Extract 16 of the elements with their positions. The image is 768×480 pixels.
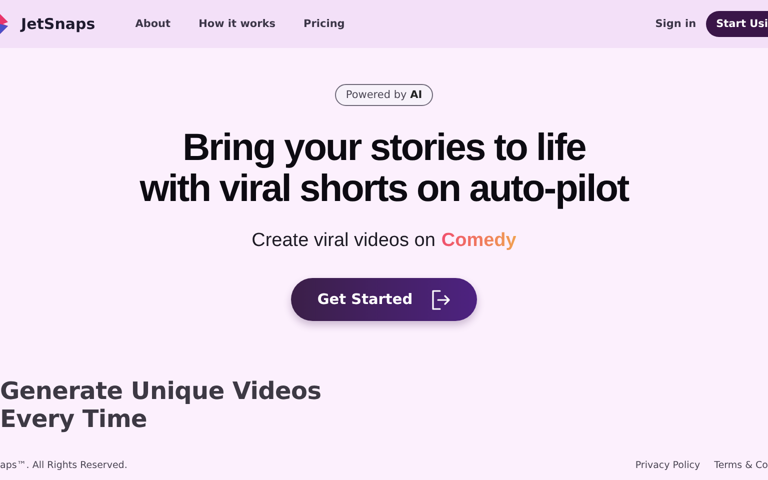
start-button[interactable]: Start Usi (706, 11, 768, 37)
subtitle: Create viral videos on Comedy (252, 230, 516, 252)
nav-link[interactable]: How it works (198, 18, 276, 30)
headline: Bring your stories to life with viral shorts on auto-pilot (140, 128, 628, 210)
nav-link[interactable]: Pricing (304, 18, 345, 30)
footer-link[interactable]: Privacy Policy (635, 460, 700, 470)
logo-icon (0, 12, 9, 36)
exit-icon (430, 288, 451, 310)
brand-name[interactable]: JetSnaps (21, 15, 96, 33)
nav-link[interactable]: About (135, 18, 171, 30)
copyright-text: aps™. All Rights Reserved. (0, 460, 128, 470)
footer-link[interactable]: Terms & Co (714, 460, 768, 470)
powered-badge: Powered by AI (334, 84, 434, 106)
get-started-button[interactable]: Get Started (291, 278, 477, 321)
sign-in-link[interactable]: Sign in (655, 18, 696, 30)
section-heading: Generate Unique Videos Every Time (0, 377, 322, 433)
